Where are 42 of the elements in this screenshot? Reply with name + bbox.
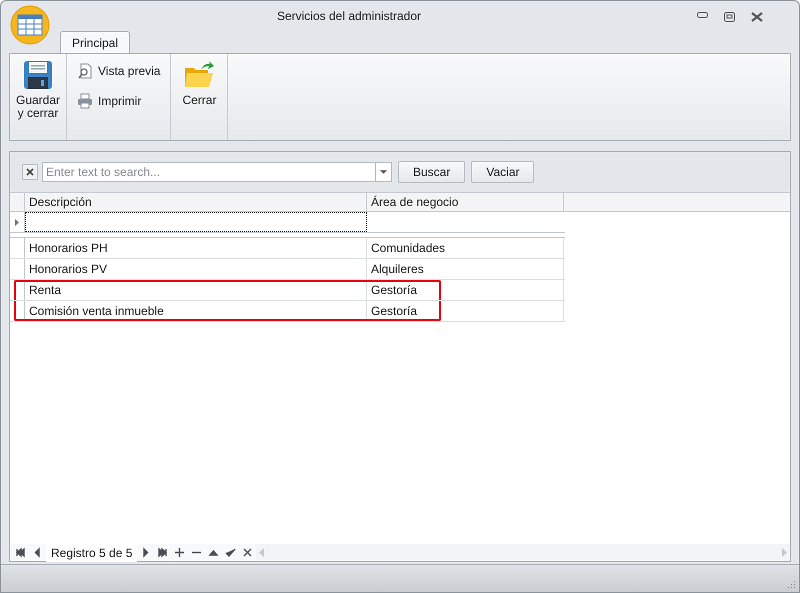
search-panel-button[interactable]: Vaciar	[471, 161, 534, 183]
new-row-cell[interactable]	[25, 212, 367, 232]
check-icon[interactable]	[225, 547, 236, 558]
table-cell: Gestoría	[367, 280, 564, 300]
cancel-icon[interactable]	[242, 547, 254, 558]
minimize-icon[interactable]	[697, 12, 708, 18]
table-cell: Gestoría	[367, 301, 564, 321]
maximize-icon[interactable]	[724, 12, 735, 22]
table-cell: Comisión venta inmueble	[25, 301, 367, 321]
search-field[interactable]: Enter text to search...	[42, 162, 376, 182]
row-pointer-icon	[15, 218, 19, 226]
table-row[interactable]: Comisión venta inmueble Gestoría	[10, 301, 565, 322]
ribbon-button[interactable]: Cerrar	[177, 60, 222, 140]
last-record-icon[interactable]	[157, 547, 168, 558]
folder-arrow-icon	[183, 60, 216, 90]
ribbon-button[interactable]: Imprimir	[77, 90, 160, 112]
resize-grip-icon[interactable]	[786, 579, 796, 589]
plus-icon[interactable]	[174, 547, 186, 558]
ribbon-button[interactable]: Guardar y cerrar	[16, 60, 60, 140]
clear-icon[interactable]	[22, 164, 38, 180]
printer-icon	[77, 93, 93, 109]
table-cell: Alquileres	[367, 259, 564, 279]
table-cell: Honorarios PH	[25, 238, 367, 258]
table-row[interactable]: Renta Gestoría	[10, 280, 565, 301]
table-cell: Renta	[25, 280, 367, 300]
first-record-icon[interactable]	[15, 547, 26, 558]
magnifier-page-icon	[77, 63, 93, 79]
column-header[interactable]: Área de negocio	[367, 193, 564, 211]
table-row[interactable]: Honorarios PH Comunidades	[10, 238, 565, 259]
dropdown-caret-icon[interactable]	[376, 162, 392, 182]
close-icon[interactable]	[751, 12, 763, 22]
table-row[interactable]: Honorarios PV Alquileres	[10, 259, 565, 280]
search-panel-button[interactable]: Buscar	[398, 161, 466, 183]
ribbon-button[interactable]: Vista previa	[77, 60, 160, 82]
column-header[interactable]: Descripción	[25, 193, 367, 211]
ribbon-tab[interactable]: Principal	[60, 31, 130, 53]
table-cell: Comunidades	[367, 238, 564, 258]
record-counter: Registro 5 de 5	[46, 544, 138, 562]
up-triangle-icon[interactable]	[208, 547, 220, 558]
table-app-icon[interactable]	[10, 5, 50, 45]
table-cell: Honorarios PV	[25, 259, 367, 279]
window-title: Servicios del administrador	[276, 8, 422, 25]
